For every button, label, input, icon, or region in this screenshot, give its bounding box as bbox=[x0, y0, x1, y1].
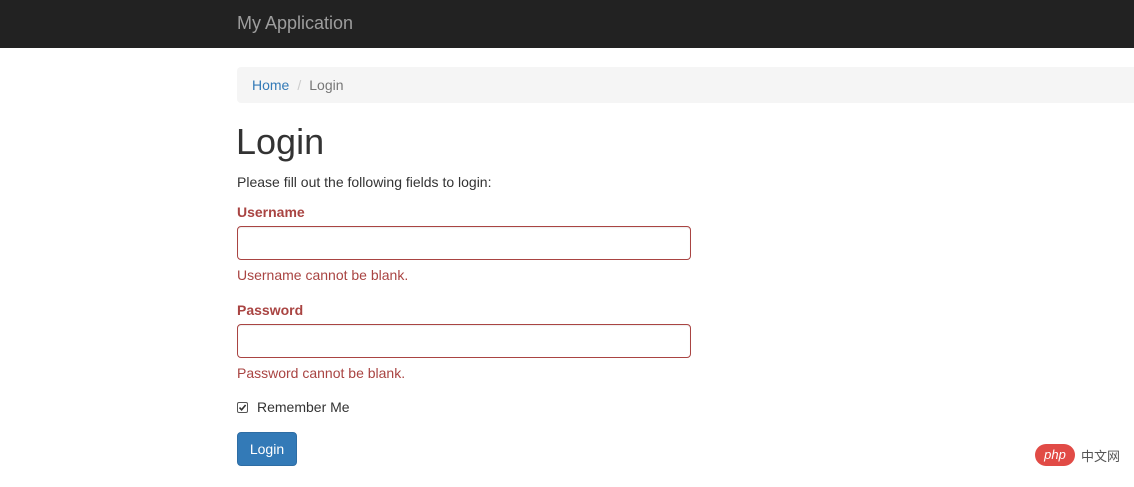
watermark: php 中文网 bbox=[1035, 444, 1120, 466]
remember-me-row: Remember Me bbox=[237, 399, 350, 415]
brand-link[interactable]: My Application bbox=[237, 12, 353, 34]
breadcrumb-current: Login bbox=[309, 77, 344, 93]
checkmark-icon bbox=[238, 403, 247, 411]
page-title: Login bbox=[236, 121, 325, 162]
password-input[interactable] bbox=[237, 324, 691, 358]
remember-me-checkbox[interactable] bbox=[237, 401, 248, 413]
watermark-text: 中文网 bbox=[1081, 448, 1121, 464]
login-button[interactable]: Login bbox=[237, 432, 297, 466]
breadcrumb-separator: / bbox=[297, 77, 302, 93]
breadcrumb-home-link[interactable]: Home bbox=[252, 77, 289, 93]
php-logo: php bbox=[1035, 444, 1075, 466]
username-input[interactable] bbox=[237, 226, 691, 260]
username-error: Username cannot be blank. bbox=[237, 267, 409, 283]
username-label: Username bbox=[237, 204, 305, 220]
intro-text: Please fill out the following fields to … bbox=[237, 174, 492, 190]
remember-me-label[interactable]: Remember Me bbox=[257, 399, 350, 415]
breadcrumb: Home / Login bbox=[237, 67, 1134, 103]
password-error: Password cannot be blank. bbox=[237, 365, 406, 381]
password-label: Password bbox=[237, 302, 304, 318]
navbar: My Application bbox=[0, 0, 1134, 48]
